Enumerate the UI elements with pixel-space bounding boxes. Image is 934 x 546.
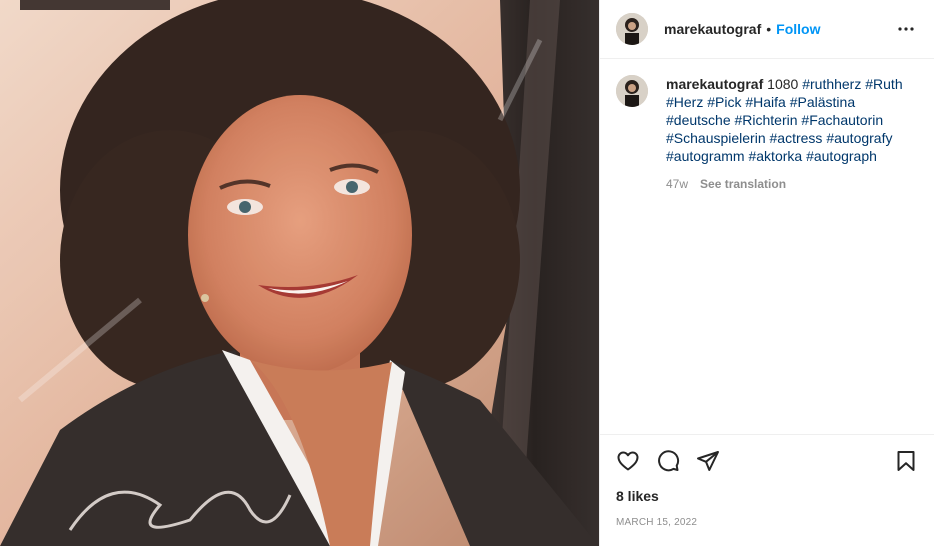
post-date[interactable]: MARCH 15, 2022 [616, 517, 918, 528]
caption-meta: 47w See translation [666, 175, 914, 193]
autographed-portrait-image [0, 0, 599, 546]
hashtag[interactable]: #Haifa [745, 94, 785, 110]
comment-icon[interactable] [656, 449, 680, 473]
hashtag[interactable]: #ruthherz [802, 76, 861, 92]
hashtag[interactable]: #actress [770, 130, 823, 146]
hashtag[interactable]: #Richterin [735, 112, 798, 128]
hashtag[interactable]: #Herz [666, 94, 703, 110]
share-icon[interactable] [696, 449, 720, 473]
post-photo[interactable] [0, 0, 599, 546]
hashtag[interactable]: #Schauspielerin [666, 130, 766, 146]
caption-number: 1080 [767, 76, 799, 92]
hashtag[interactable]: #autografy [826, 130, 892, 146]
caption-text: marekautograf 1080 #ruthherz #Ruth #Herz… [666, 75, 914, 165]
hashtag[interactable]: #Ruth [865, 76, 902, 92]
hashtag[interactable]: #Fachautorin [801, 112, 883, 128]
caption-avatar[interactable] [616, 75, 648, 107]
hashtag[interactable]: #autograph [806, 148, 877, 164]
action-bar [616, 435, 918, 487]
likes-count[interactable]: 8 likes [616, 488, 918, 504]
profile-picture-icon [616, 13, 648, 45]
hashtag[interactable]: #Pick [707, 94, 741, 110]
post-age[interactable]: 47w [666, 175, 688, 193]
separator-dot: • [766, 21, 772, 37]
caption-username[interactable]: marekautograf [666, 76, 763, 92]
hashtag[interactable]: #Palästina [790, 94, 855, 110]
post-username[interactable]: marekautograf [664, 21, 761, 37]
post-caption: marekautograf 1080 #ruthherz #Ruth #Herz… [600, 59, 934, 193]
profile-picture-icon [616, 75, 648, 107]
hashtag[interactable]: #aktorka [748, 148, 802, 164]
bookmark-icon[interactable] [894, 449, 918, 473]
follow-button[interactable]: Follow [776, 21, 820, 37]
hashtag[interactable]: #autogramm [666, 148, 745, 164]
heart-icon[interactable] [616, 449, 640, 473]
see-translation-link[interactable]: See translation [700, 175, 786, 193]
avatar[interactable] [616, 13, 648, 45]
post-actions-section: 8 likes MARCH 15, 2022 [600, 434, 934, 528]
caption-body: marekautograf 1080 #ruthherz #Ruth #Herz… [666, 75, 914, 193]
hashtag[interactable]: #deutsche [666, 112, 731, 128]
post-side-panel: marekautograf • Follow marekautograf 108… [599, 0, 934, 546]
more-options-icon[interactable] [894, 17, 918, 41]
post-header: marekautograf • Follow [600, 0, 934, 59]
